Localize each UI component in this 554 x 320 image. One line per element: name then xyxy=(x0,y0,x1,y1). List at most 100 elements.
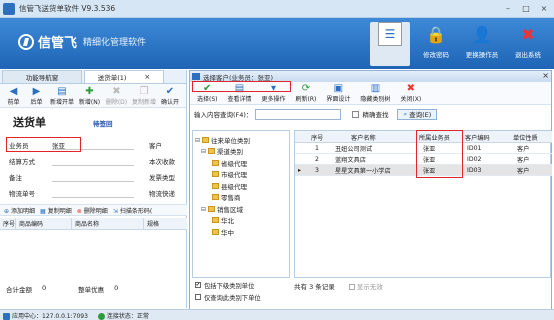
delete-icon: ⊗ xyxy=(76,207,82,215)
highlight-box xyxy=(416,130,463,178)
discount-value[interactable]: 0 xyxy=(114,284,118,294)
copy-new-button[interactable]: ❐ 复制新增 xyxy=(131,86,157,106)
arrow-left-icon: ◀ xyxy=(9,86,18,97)
folder-icon xyxy=(212,194,219,200)
scan-barcode-button[interactable]: ⇲ 扫描条形码( xyxy=(113,206,152,215)
plus-icon: ✚ xyxy=(85,86,94,97)
switch-operator-button[interactable]: 👤 更换操作员 xyxy=(462,22,502,66)
doc-button[interactable]: ☰ xyxy=(370,22,410,66)
tree-node[interactable]: 市级代理 xyxy=(212,169,247,179)
collapse-icon[interactable]: ⊟ xyxy=(201,206,206,213)
customer-grid: 序号 客户名称 所属业务员 客户编码 单位性质 1 丑妞公司测试 张亚 ID01… xyxy=(294,130,552,278)
folder-icon xyxy=(212,229,219,235)
collapse-icon[interactable]: ⊟ xyxy=(195,137,200,144)
app-center-status: 应用中心：127.0.0.1:7093 xyxy=(3,311,88,320)
connected-icon xyxy=(97,312,105,320)
exit-button[interactable]: ✖ 退出系统 xyxy=(508,22,548,66)
delivery-panel: 功能导航窗 送货单(1) × ◀ 前单 ▶ 后单 ▤ 新增开单 ✚ 新增(N) ✖ 删除(D… xyxy=(0,70,187,308)
highlight-box xyxy=(192,81,291,92)
row-pointer-icon: ▸ xyxy=(298,167,302,174)
dialog-icon xyxy=(192,73,200,80)
copy-icon: ❐ xyxy=(139,86,149,97)
highlight-box xyxy=(6,137,81,152)
folder-icon xyxy=(212,183,219,189)
checkbox-icon[interactable] xyxy=(195,294,201,300)
logo-mark-icon xyxy=(18,33,34,50)
status-bar: 应用中心：127.0.0.1:7093 连接状态：正常 xyxy=(0,309,554,320)
search-input[interactable] xyxy=(255,108,342,120)
search-label: 输入内容查询(F4)： xyxy=(194,111,253,119)
add-detail-button[interactable]: ⊕ 添加明细 xyxy=(4,206,35,215)
tree-node[interactable]: ⊟ 往来单位类别 xyxy=(195,135,250,146)
folder-icon xyxy=(208,148,216,154)
folder-icon xyxy=(212,160,219,166)
doc-status: 待签回 xyxy=(93,120,113,128)
tree-node[interactable]: 华中 xyxy=(212,227,234,237)
folder-icon xyxy=(212,171,219,177)
ui-design-button[interactable]: ▣ 界面设计 xyxy=(323,83,353,103)
close-button[interactable]: ✖ 关闭(X) xyxy=(397,83,424,103)
lock-icon: 🔒 xyxy=(426,24,446,44)
show-disabled-option[interactable]: 显示无效 xyxy=(348,281,383,291)
dialog-close-icon[interactable]: × xyxy=(542,71,549,80)
search-icon: ⌕ xyxy=(403,109,408,118)
refresh-button[interactable]: ⟳ 刷新(R) xyxy=(293,83,320,103)
checkbox-checked-icon[interactable]: ✔ xyxy=(195,282,201,288)
detail-grid-header: 序号 商品编码 商品名称 规格 xyxy=(0,217,187,230)
new-doc-icon: ▤ xyxy=(57,86,67,97)
connection-status: 连接状态：正常 xyxy=(97,311,149,320)
tree-node[interactable]: 县级代理 xyxy=(212,181,247,191)
tab-close-icon[interactable]: × xyxy=(144,73,150,81)
delete-button[interactable]: ✖ 删除(D) xyxy=(104,86,129,106)
doc-icon: ☰ xyxy=(378,22,402,46)
query-button[interactable]: ⌕ 查询(E) xyxy=(397,108,438,120)
tree-node[interactable]: ⊟ 渠道类别 xyxy=(201,146,243,157)
brand-slogan: 精细化管理软件 xyxy=(83,38,147,48)
folder-icon xyxy=(208,206,216,212)
tree-node[interactable]: 省级代理 xyxy=(212,158,247,168)
add-button[interactable]: ✚ 新增(N) xyxy=(77,86,102,106)
total-value: 0 xyxy=(42,284,47,292)
tree-node[interactable]: 华北 xyxy=(212,215,234,225)
only-this-option[interactable]: 仅查询此类别下单位 xyxy=(192,291,290,303)
confirm-button[interactable]: ✔ 确认开 xyxy=(159,86,181,106)
design-icon: ▣ xyxy=(333,83,344,94)
brand-name: 信管飞 xyxy=(38,36,78,51)
checkbox-icon[interactable] xyxy=(348,284,355,290)
window-titlebar: 信管飞送货单软件 V9.3.536 – □ × xyxy=(0,0,554,18)
precise-label: 精确查找 xyxy=(362,111,389,119)
prev-doc-button[interactable]: ◀ 前单 xyxy=(3,86,24,106)
include-sub-option[interactable]: ✔ 包括下级类别单位 xyxy=(192,279,290,291)
tree-node[interactable]: 零售商 xyxy=(212,192,241,202)
hide-tree-button[interactable]: ▥ 隐藏类别树 xyxy=(357,83,393,103)
next-doc-button[interactable]: ▶ 后单 xyxy=(26,86,47,106)
copy-icon: ▦ xyxy=(40,207,46,215)
detail-toolbar: ⊕ 添加明细 ▦ 复制明细 ⊗ 删除明细 ⇲ 扫描条形码( xyxy=(0,204,187,216)
totals: 合计金额 0 整单优惠 0 xyxy=(6,284,119,294)
delivery-toolbar: ◀ 前单 ▶ 后单 ▤ 新增开单 ✚ 新增(N) ✖ 删除(D) ❐ 复制新增 ✔ 确认开 xyxy=(0,84,186,108)
window-title: 信管飞送货单软件 V9.3.536 xyxy=(19,4,116,13)
delete-icon: ✖ xyxy=(112,86,121,97)
field-tracking: 物流单号 物流快递 xyxy=(9,190,175,198)
change-password-button[interactable]: 🔒 修改密码 xyxy=(416,22,456,66)
server-icon xyxy=(3,312,10,320)
dialog-title: 选择客户(业务员：张亚) xyxy=(203,73,274,82)
folder-icon xyxy=(202,137,210,143)
field-remark: 备注 发票类型 xyxy=(9,174,175,182)
confirm-icon: ✔ xyxy=(165,86,175,97)
arrow-right-icon: ▶ xyxy=(32,86,41,97)
tree-node[interactable]: ⊟ 销售区域 xyxy=(201,204,243,215)
minimize-icon[interactable]: – xyxy=(500,2,516,14)
collapse-icon[interactable]: ⊟ xyxy=(201,148,206,155)
close-icon[interactable]: × xyxy=(536,2,552,14)
delete-detail-button[interactable]: ⊗ 删除明细 xyxy=(77,206,108,215)
precise-checkbox[interactable] xyxy=(352,110,360,118)
maximize-icon[interactable]: □ xyxy=(518,2,534,14)
tree-icon: ▥ xyxy=(370,83,381,94)
tab-delivery[interactable]: 送货单(1) × xyxy=(84,70,164,83)
copy-detail-button[interactable]: ▦ 复制明细 xyxy=(40,206,72,215)
new-doc-button[interactable]: ▤ 新增开单 xyxy=(49,86,75,106)
banner: 信管飞 精细化管理软件 ☰ 🔒 修改密码 👤 更换操作员 ✖ 退出系统 xyxy=(0,18,554,69)
field-settlement: 结算方式 本次收款 xyxy=(9,158,175,166)
tab-navigation[interactable]: 功能导航窗 xyxy=(2,70,82,83)
